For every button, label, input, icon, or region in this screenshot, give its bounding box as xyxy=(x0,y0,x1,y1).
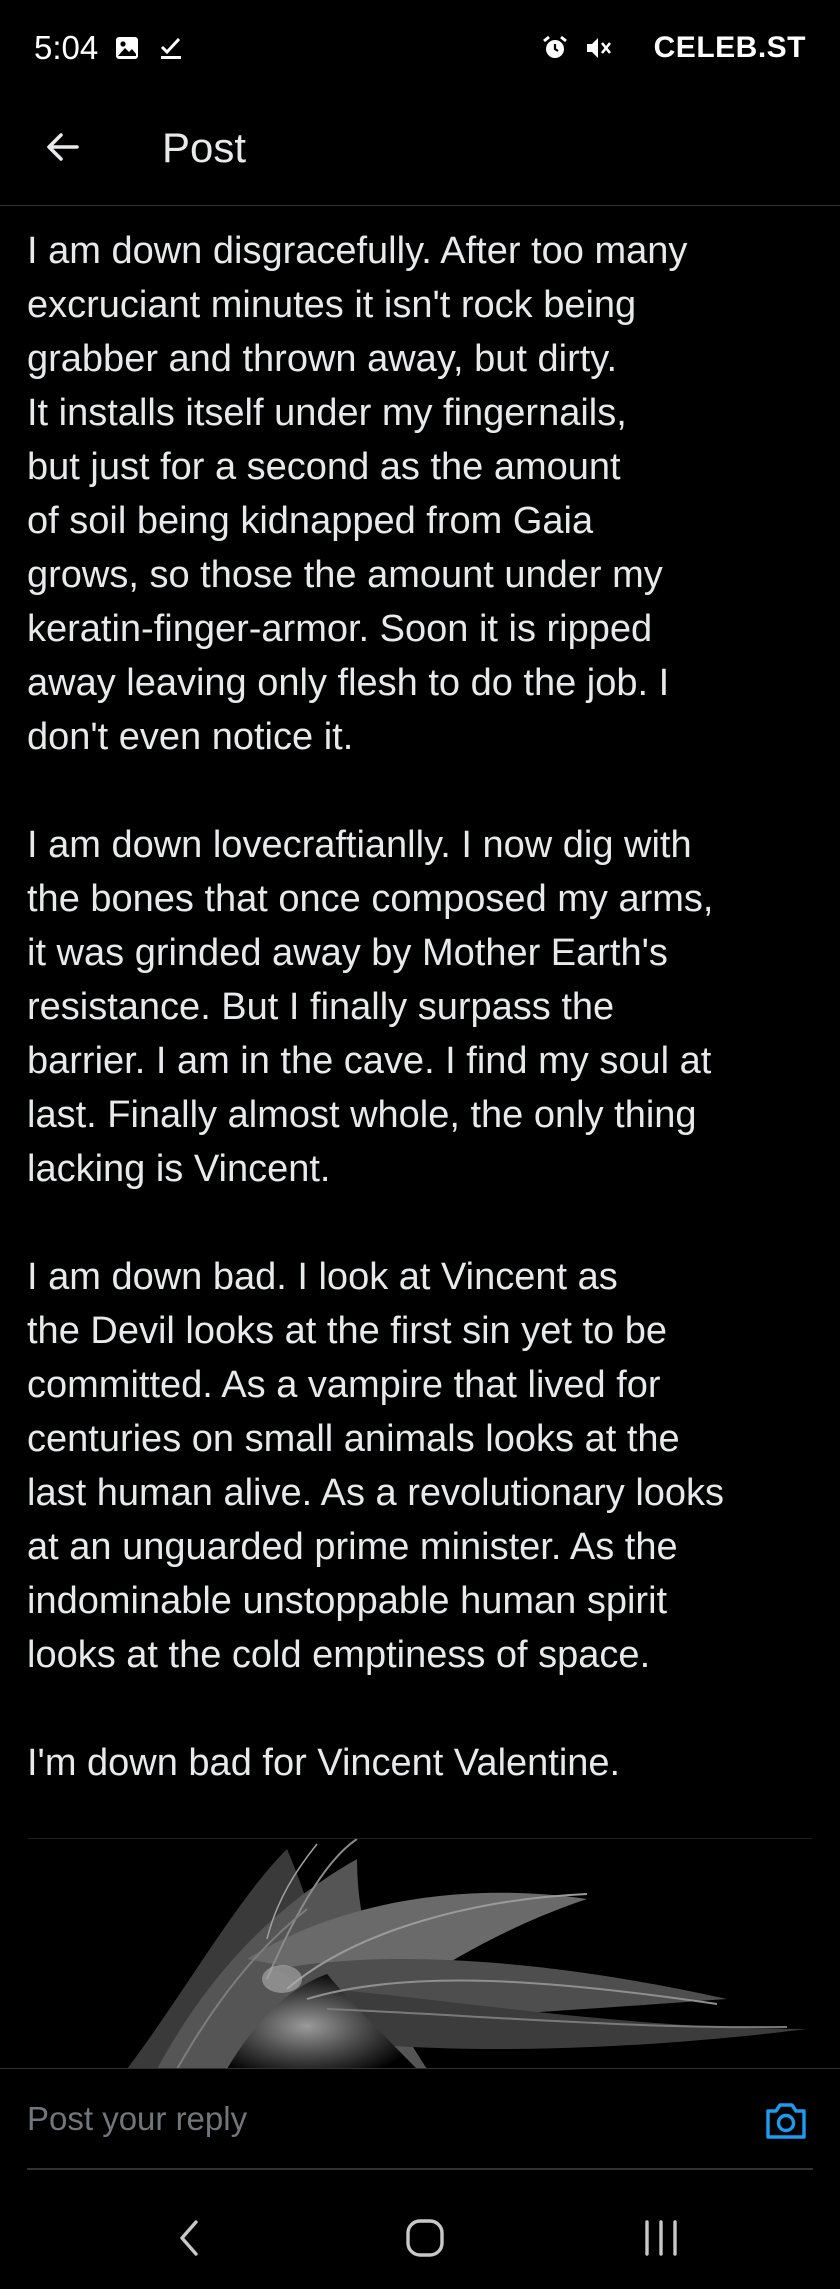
post-paragraph: I am down disgracefully. After too many … xyxy=(27,230,688,758)
nav-home-icon xyxy=(406,2219,444,2257)
divider xyxy=(27,2168,813,2170)
status-bar: 5:04 CELEB.ST xyxy=(0,0,840,96)
post-text: I am down disgracefully. After too many … xyxy=(27,224,817,1790)
nav-recents-button[interactable] xyxy=(633,2210,689,2266)
system-nav-bar xyxy=(0,2180,840,2289)
mute-icon xyxy=(584,33,614,63)
post-paragraph: I am down lovecraftianlly. I now dig wit… xyxy=(27,824,714,1190)
page-title: Post xyxy=(162,124,247,171)
camera-button[interactable] xyxy=(762,2097,810,2145)
status-right: CELEB.ST xyxy=(540,31,806,65)
alarm-icon xyxy=(540,33,570,63)
check-icon xyxy=(156,33,186,63)
nav-home-button[interactable] xyxy=(397,2210,453,2266)
nav-back-button[interactable] xyxy=(162,2210,218,2266)
post-paragraph: I'm down bad for Vincent Valentine. xyxy=(27,1742,621,1784)
nav-recents-icon xyxy=(645,2220,677,2256)
reply-input[interactable] xyxy=(27,2095,727,2143)
reply-bar xyxy=(0,2068,840,2168)
status-brand: CELEB.ST xyxy=(653,31,806,64)
status-left: 5:04 xyxy=(34,29,186,67)
back-button[interactable] xyxy=(38,122,88,172)
arrow-left-icon xyxy=(47,133,79,161)
post-image[interactable] xyxy=(27,1838,813,2069)
hair-image xyxy=(27,1839,813,2069)
post-header: Post xyxy=(0,96,840,206)
nav-back-icon xyxy=(180,2220,198,2256)
status-time: 5:04 xyxy=(34,29,99,66)
camera-icon xyxy=(766,2103,806,2139)
post-paragraph: I am down bad. I look at Vincent as the … xyxy=(27,1256,725,1676)
image-icon xyxy=(112,33,142,63)
